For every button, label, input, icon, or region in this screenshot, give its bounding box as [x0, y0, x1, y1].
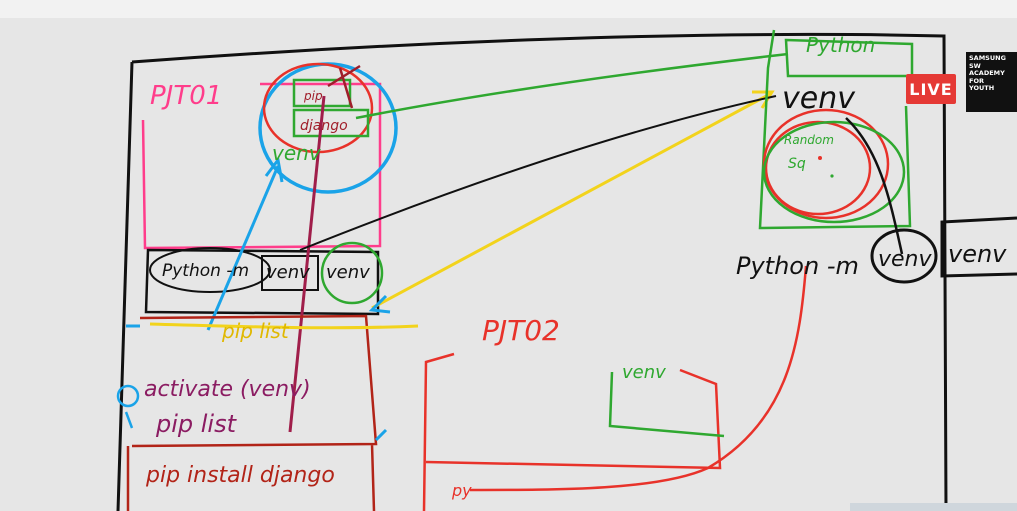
- sq-small-label: Sq: [788, 156, 806, 172]
- black-swoosh: [845, 117, 904, 255]
- cmd-right-part1: Python -m: [736, 252, 859, 280]
- cmd-left-part1: Python -m: [162, 261, 249, 281]
- dot: [830, 174, 834, 178]
- venv-right-label: venv: [782, 81, 856, 116]
- cmd-right-part3: venv: [948, 240, 1007, 268]
- py-small-label: py: [451, 481, 472, 500]
- activate-label: activate (venv): [144, 377, 311, 402]
- cmd-right-part2: venv: [878, 247, 932, 272]
- python-top-label: Python: [806, 33, 875, 57]
- top-band: [0, 0, 1017, 18]
- broadcast-badges: LIVE SAMSUNG SW ACADEMY FOR YOUTH: [906, 52, 1017, 112]
- random-small-label: Random: [784, 133, 834, 147]
- venv-circle-red: [262, 62, 374, 154]
- blue-tick: [374, 428, 388, 442]
- whiteboard-diagram: PJT01 pip django venv Python -m venv ven…: [0, 0, 1017, 511]
- pip-install-label: pip install django: [145, 463, 335, 488]
- pip-small-label: pip: [303, 89, 323, 103]
- pip-list-yellow-label: pip list: [221, 319, 290, 343]
- pjt02-label: PJT02: [482, 314, 560, 347]
- venv-pjt01-label: venv: [272, 141, 322, 165]
- bottom-panel-edge: [850, 503, 1017, 511]
- pip-list-purple-label: pip list: [155, 410, 238, 438]
- cmd-left-part3: venv: [326, 262, 370, 283]
- dot: [818, 156, 822, 160]
- cmd-left-part2: venv: [266, 262, 310, 283]
- venv-pjt02-label: venv: [622, 362, 666, 383]
- pjt01-label: PJT01: [150, 81, 222, 111]
- cross-mark: [327, 64, 361, 109]
- yellow-arrow: [371, 92, 771, 310]
- academy-logo: SAMSUNG SW ACADEMY FOR YOUTH: [966, 52, 1017, 112]
- django-small-label: django: [300, 118, 348, 134]
- logo-line: YOUTH: [969, 84, 995, 92]
- live-badge: LIVE: [906, 74, 956, 104]
